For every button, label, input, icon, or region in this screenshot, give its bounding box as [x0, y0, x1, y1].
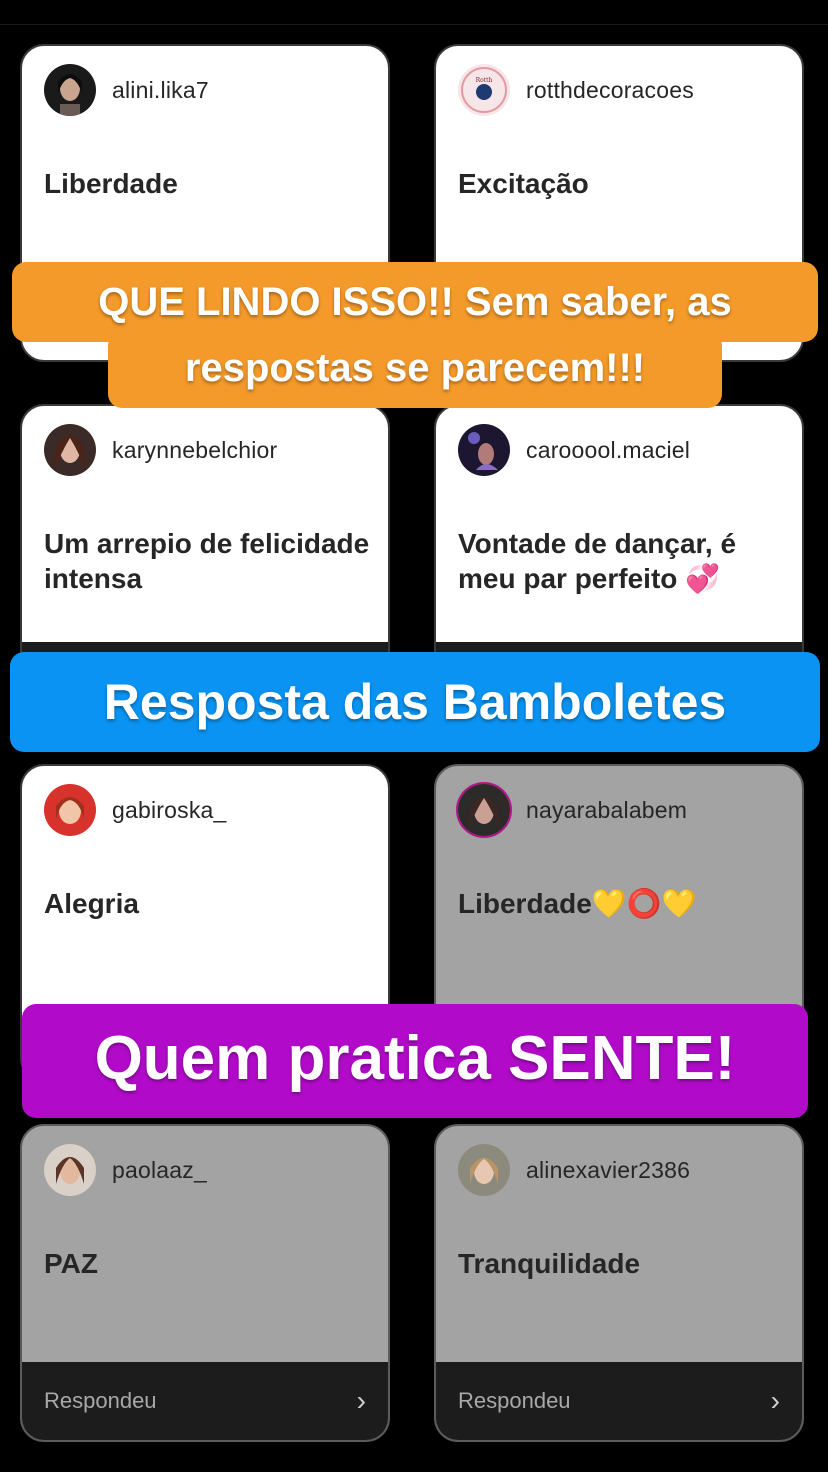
answer-text: Um arrepio de felicidade intensa [44, 528, 370, 594]
username[interactable]: karynnebelchior [112, 437, 277, 464]
footer-label: Respondeu [458, 1388, 571, 1413]
card-header: alinexavier2386 [458, 1144, 690, 1196]
response-card-8[interactable]: alinexavier2386 Tranquilidade Respondeu … [434, 1124, 804, 1442]
username[interactable]: rotthdecoracoes [526, 77, 694, 104]
username[interactable]: paolaaz_ [112, 1157, 207, 1184]
footer-label: Respondeu [44, 1388, 157, 1413]
card-header: paolaaz_ [44, 1144, 207, 1196]
avatar[interactable] [458, 784, 510, 836]
chevron-right-icon: › [356, 1385, 366, 1416]
card-footer[interactable]: Respondeu › [436, 1362, 802, 1440]
card-header: nayarabalabem [458, 784, 687, 836]
answer-text: Excitação [458, 168, 589, 199]
top-bar [0, 0, 828, 25]
card-header: alini.lika7 [44, 64, 209, 116]
answer-text: Vontade de dançar, é meu par perfeito 💞 [458, 528, 737, 594]
orange-banner-second-line: respostas se parecem!!! [108, 332, 722, 408]
answer-text: PAZ [44, 1248, 98, 1279]
username[interactable]: alinexavier2386 [526, 1157, 690, 1184]
avatar[interactable] [458, 1144, 510, 1196]
blue-banner-text: Resposta das Bamboletes [103, 674, 727, 730]
answer-text: Alegria [44, 888, 139, 919]
username[interactable]: carooool.maciel [526, 437, 690, 464]
card-header: gabiroska_ [44, 784, 227, 836]
avatar[interactable] [44, 784, 96, 836]
orange-banner-line-1: QUE LINDO ISSO!! Sem saber, as [98, 280, 732, 324]
purple-banner-text: Quem pratica SENTE! [94, 1024, 736, 1093]
card-header: karynnebelchior [44, 424, 277, 476]
response-card-7[interactable]: paolaaz_ PAZ Respondeu › [20, 1124, 390, 1442]
avatar[interactable] [458, 424, 510, 476]
answer-text: Liberdade [44, 168, 178, 199]
avatar[interactable] [44, 424, 96, 476]
card-footer[interactable]: Respondeu › [22, 1362, 388, 1440]
answer-text: Tranquilidade [458, 1248, 641, 1279]
orange-banner: QUE LINDO ISSO!! Sem saber, as [12, 262, 818, 342]
avatar[interactable] [44, 64, 96, 116]
chevron-right-icon: › [770, 1385, 780, 1416]
answer-text: Liberdade💛⭕💛 [458, 888, 697, 919]
purple-banner: Quem pratica SENTE! [22, 1004, 808, 1118]
orange-banner-line-2: respostas se parecem!!! [184, 346, 646, 390]
avatar[interactable] [44, 1144, 96, 1196]
svg-text:Rotth: Rotth [476, 77, 493, 84]
blue-banner: Resposta das Bamboletes [10, 652, 820, 752]
card-header: carooool.maciel [458, 424, 690, 476]
username[interactable]: nayarabalabem [526, 797, 687, 824]
card-header: Rotth rotthdecoracoes [458, 64, 694, 116]
username[interactable]: alini.lika7 [112, 77, 209, 104]
avatar[interactable]: Rotth [458, 64, 510, 116]
username[interactable]: gabiroska_ [112, 797, 227, 824]
